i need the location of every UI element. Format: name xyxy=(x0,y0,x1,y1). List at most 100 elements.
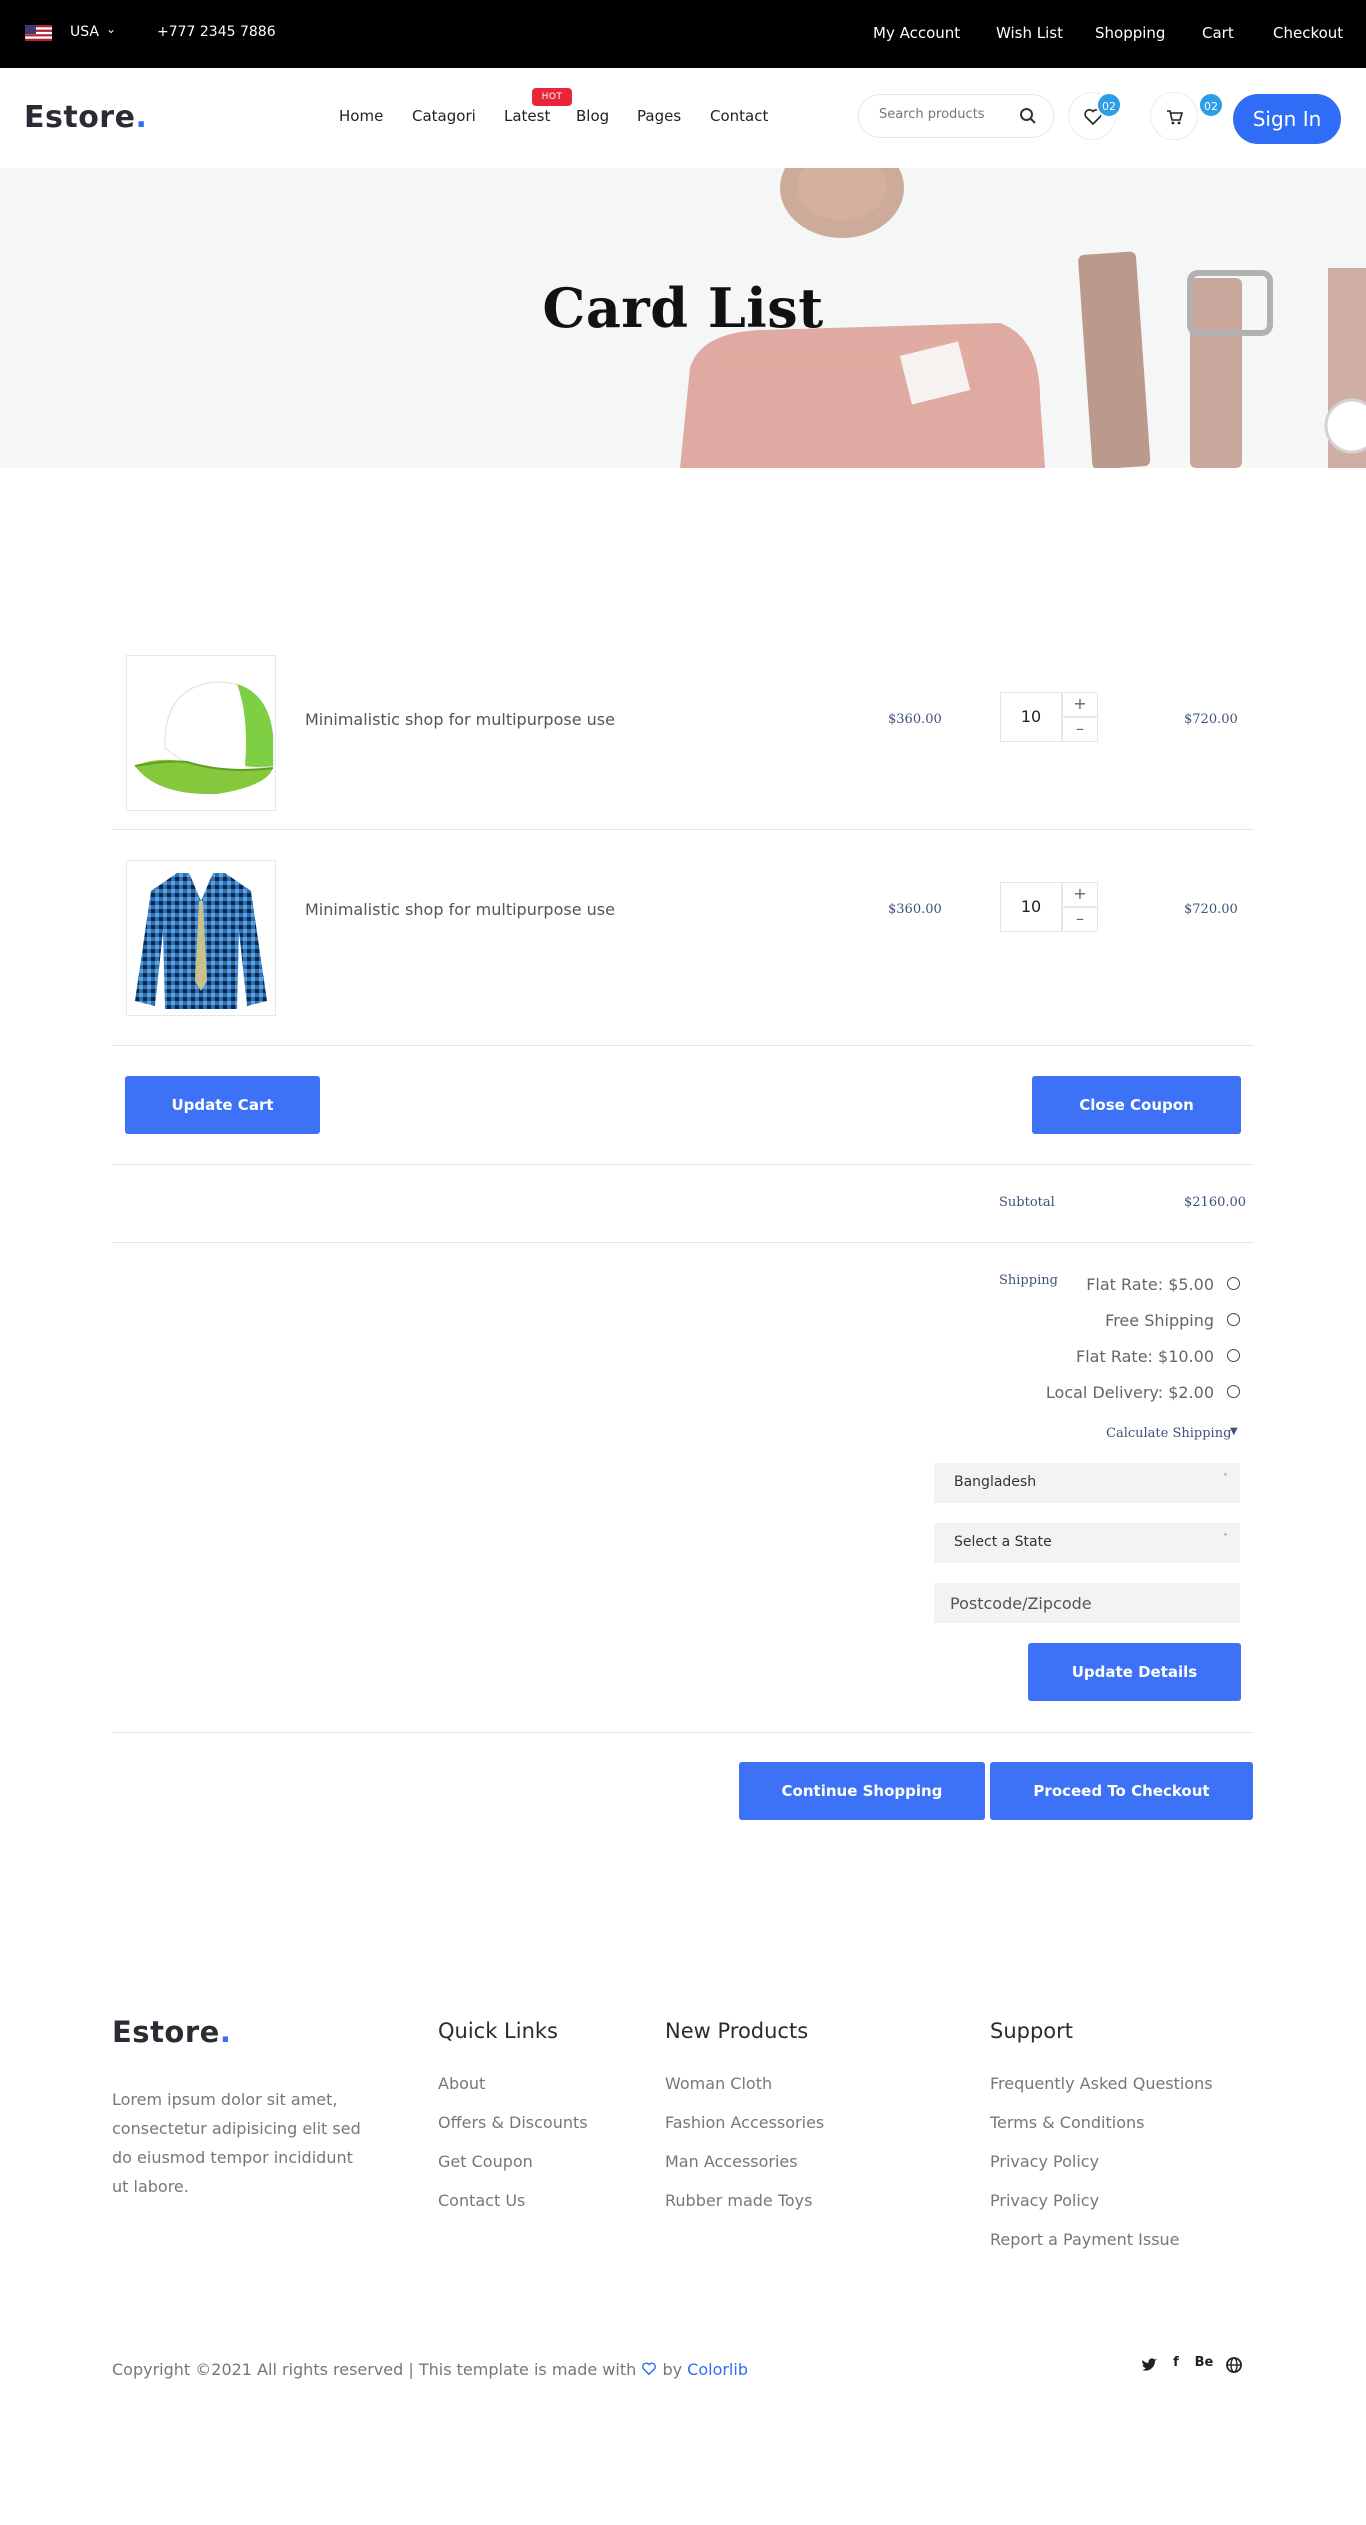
continue-shopping-button[interactable]: Continue Shopping xyxy=(739,1762,985,1820)
nav-blog[interactable]: Blog xyxy=(576,107,609,125)
divider xyxy=(112,1164,1254,1165)
quantity-value[interactable]: 10 xyxy=(1000,692,1062,742)
plus-icon[interactable]: + xyxy=(1062,882,1098,907)
shipping-option-label[interactable]: Free Shipping xyxy=(1105,1311,1214,1330)
subtotal-label: Subtotal xyxy=(999,1195,1055,1210)
postcode-input[interactable] xyxy=(934,1583,1240,1623)
logo[interactable]: Estore. xyxy=(24,100,147,135)
quick-links-heading: Quick Links xyxy=(438,2019,559,2043)
colorlib-link[interactable]: Colorlib xyxy=(687,2360,748,2379)
shipping-option-label[interactable]: Flat Rate: $10.00 xyxy=(1076,1347,1214,1366)
caret-down-icon[interactable]: ▼ xyxy=(1230,1426,1238,1437)
product-name[interactable]: Minimalistic shop for multipurpose use xyxy=(305,710,615,729)
quantity-value[interactable]: 10 xyxy=(1000,882,1062,932)
quantity-stepper[interactable]: 10 + – xyxy=(1000,882,1100,932)
cart-link[interactable]: Cart xyxy=(1202,24,1234,42)
chevron-down-icon: ˅ xyxy=(1223,1533,1228,1544)
footer-link[interactable]: Terms & Conditions xyxy=(990,2113,1144,2132)
update-cart-button[interactable]: Update Cart xyxy=(125,1076,320,1134)
shipping-radio[interactable] xyxy=(1227,1313,1240,1326)
nav-home[interactable]: Home xyxy=(339,107,383,125)
quantity-stepper[interactable]: 10 + – xyxy=(1000,692,1100,742)
search-icon[interactable] xyxy=(1019,107,1037,125)
footer-link[interactable]: Man Accessories xyxy=(665,2152,798,2171)
cart-icon xyxy=(1167,110,1184,125)
hot-badge: HOT xyxy=(532,88,572,106)
new-products-heading: New Products xyxy=(665,2019,809,2043)
search-box[interactable] xyxy=(858,94,1054,138)
footer-logo[interactable]: Estore. xyxy=(112,2015,231,2049)
green-cap-image xyxy=(134,681,274,795)
footer-link[interactable]: Offers & Discounts xyxy=(438,2113,588,2132)
divider xyxy=(112,1242,1254,1243)
footer-link[interactable]: Get Coupon xyxy=(438,2152,533,2171)
sign-in-button[interactable]: Sign In xyxy=(1233,94,1341,144)
product-thumbnail[interactable] xyxy=(126,860,276,1016)
calculate-shipping-toggle[interactable]: Calculate Shipping xyxy=(1106,1426,1231,1441)
page-title: Card List xyxy=(542,276,824,340)
state-select[interactable]: Select a State ˅ xyxy=(934,1523,1240,1563)
footer-link[interactable]: Privacy Policy xyxy=(990,2152,1099,2171)
shopping-link[interactable]: Shopping xyxy=(1095,24,1165,42)
top-bar: USA ⌄ +777 2345 7886 My Account Wish Lis… xyxy=(0,0,1366,68)
shipping-option-label[interactable]: Flat Rate: $5.00 xyxy=(1086,1275,1214,1294)
proceed-to-checkout-button[interactable]: Proceed To Checkout xyxy=(990,1762,1253,1820)
checkout-link[interactable]: Checkout xyxy=(1273,24,1343,42)
chevron-down-icon[interactable]: ⌄ xyxy=(106,22,116,36)
cart-count-badge: 02 xyxy=(1198,92,1224,118)
us-flag-icon xyxy=(25,25,52,41)
footer-link[interactable]: Woman Cloth xyxy=(665,2074,772,2093)
hero-banner: Card List xyxy=(0,168,1366,468)
cart-button[interactable] xyxy=(1150,92,1198,140)
footer-link[interactable]: About xyxy=(438,2074,485,2093)
product-thumbnail[interactable] xyxy=(126,655,276,811)
globe-icon[interactable] xyxy=(1224,2355,1244,2375)
nav-contact[interactable]: Contact xyxy=(710,107,768,125)
cart-row: Minimalistic shop for multipurpose use $… xyxy=(112,640,1254,830)
nav-pages[interactable]: Pages xyxy=(637,107,681,125)
shipping-radio[interactable] xyxy=(1227,1277,1240,1290)
wishlist-count-badge: 02 xyxy=(1096,92,1122,118)
phone-number: +777 2345 7886 xyxy=(157,24,276,40)
footer-link[interactable]: Frequently Asked Questions xyxy=(990,2074,1213,2093)
minus-icon[interactable]: – xyxy=(1062,717,1098,742)
plus-icon[interactable]: + xyxy=(1062,692,1098,717)
footer-description: Lorem ipsum dolor sit amet, consectetur … xyxy=(112,2090,361,2196)
my-account-link[interactable]: My Account xyxy=(873,24,960,42)
shipping-option-label[interactable]: Local Delivery: $2.00 xyxy=(1046,1383,1214,1402)
minus-icon[interactable]: – xyxy=(1062,907,1098,932)
plaid-shirt-image xyxy=(135,873,267,1009)
product-price: $360.00 xyxy=(888,902,942,917)
country-selector[interactable]: USA xyxy=(70,24,99,40)
search-input[interactable] xyxy=(879,107,1009,122)
divider xyxy=(112,1732,1254,1733)
footer-link[interactable]: Rubber made Toys xyxy=(665,2191,812,2210)
subtotal-value: $2160.00 xyxy=(1184,1195,1247,1210)
copyright-text: Copyright ©2021 All rights reserved | Th… xyxy=(112,2360,748,2379)
shipping-label: Shipping xyxy=(999,1273,1058,1288)
product-name[interactable]: Minimalistic shop for multipurpose use xyxy=(305,900,615,919)
footer-link[interactable]: Fashion Accessories xyxy=(665,2113,824,2132)
nav-latest[interactable]: Latest xyxy=(504,107,550,125)
main-header: Estore. Home Catagori Latest Blog Pages … xyxy=(0,68,1366,168)
heart-icon xyxy=(642,2362,657,2376)
footer-link[interactable]: Report a Payment Issue xyxy=(990,2230,1180,2249)
footer-link[interactable]: Privacy Policy xyxy=(990,2191,1099,2210)
twitter-icon[interactable] xyxy=(1139,2355,1159,2375)
wish-list-link[interactable]: Wish List xyxy=(996,24,1063,42)
behance-icon[interactable]: Be xyxy=(1192,2355,1216,2375)
country-select[interactable]: Bangladesh ˅ xyxy=(934,1463,1240,1503)
shipping-radio[interactable] xyxy=(1227,1349,1240,1362)
facebook-icon[interactable]: f xyxy=(1166,2355,1186,2375)
update-details-button[interactable]: Update Details xyxy=(1028,1643,1241,1701)
shipping-radio[interactable] xyxy=(1227,1385,1240,1398)
product-price: $360.00 xyxy=(888,712,942,727)
cart-row: Minimalistic shop for multipurpose use $… xyxy=(112,830,1254,1046)
close-coupon-button[interactable]: Close Coupon xyxy=(1032,1076,1241,1134)
footer-link[interactable]: Contact Us xyxy=(438,2191,525,2210)
nav-catagori[interactable]: Catagori xyxy=(412,107,476,125)
support-heading: Support xyxy=(990,2019,1074,2043)
product-total: $720.00 xyxy=(1184,902,1238,917)
product-total: $720.00 xyxy=(1184,712,1238,727)
chevron-down-icon: ˅ xyxy=(1223,1473,1228,1484)
